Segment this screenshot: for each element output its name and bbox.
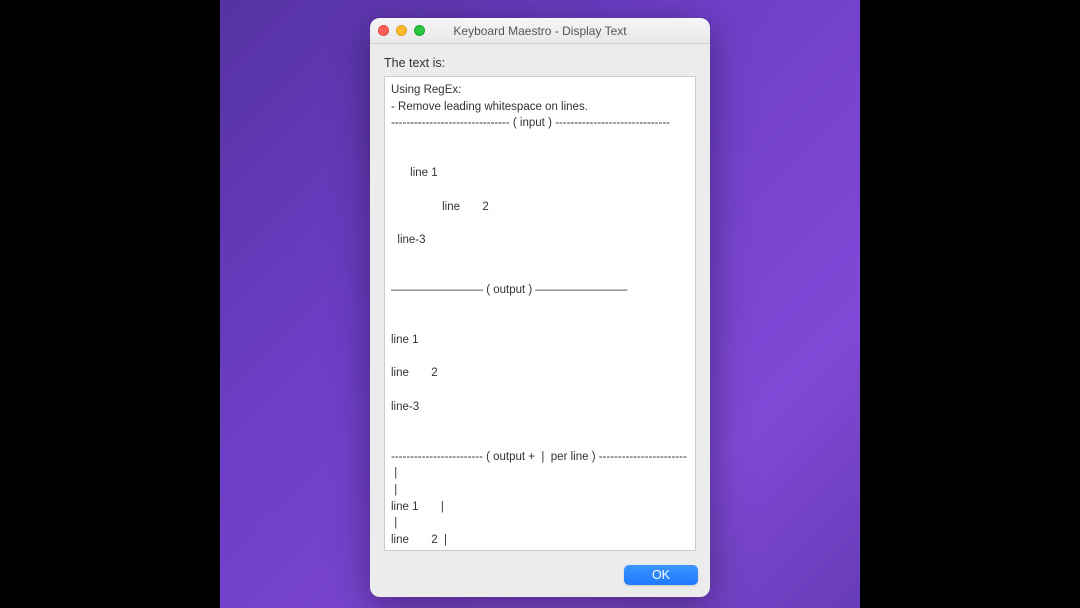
maximize-icon[interactable] bbox=[414, 25, 425, 36]
close-icon[interactable] bbox=[378, 25, 389, 36]
letterbox-left bbox=[0, 0, 220, 608]
titlebar[interactable]: Keyboard Maestro - Display Text bbox=[370, 18, 710, 44]
button-row: OK bbox=[370, 559, 710, 597]
text-display[interactable]: Using RegEx: - Remove leading whitespace… bbox=[384, 76, 696, 551]
letterbox-right bbox=[860, 0, 1080, 608]
dialog-window: Keyboard Maestro - Display Text The text… bbox=[370, 18, 710, 597]
traffic-lights bbox=[378, 25, 425, 36]
ok-button[interactable]: OK bbox=[624, 565, 698, 585]
dialog-content: The text is: Using RegEx: - Remove leadi… bbox=[370, 44, 710, 559]
text-label: The text is: bbox=[384, 56, 696, 70]
minimize-icon[interactable] bbox=[396, 25, 407, 36]
